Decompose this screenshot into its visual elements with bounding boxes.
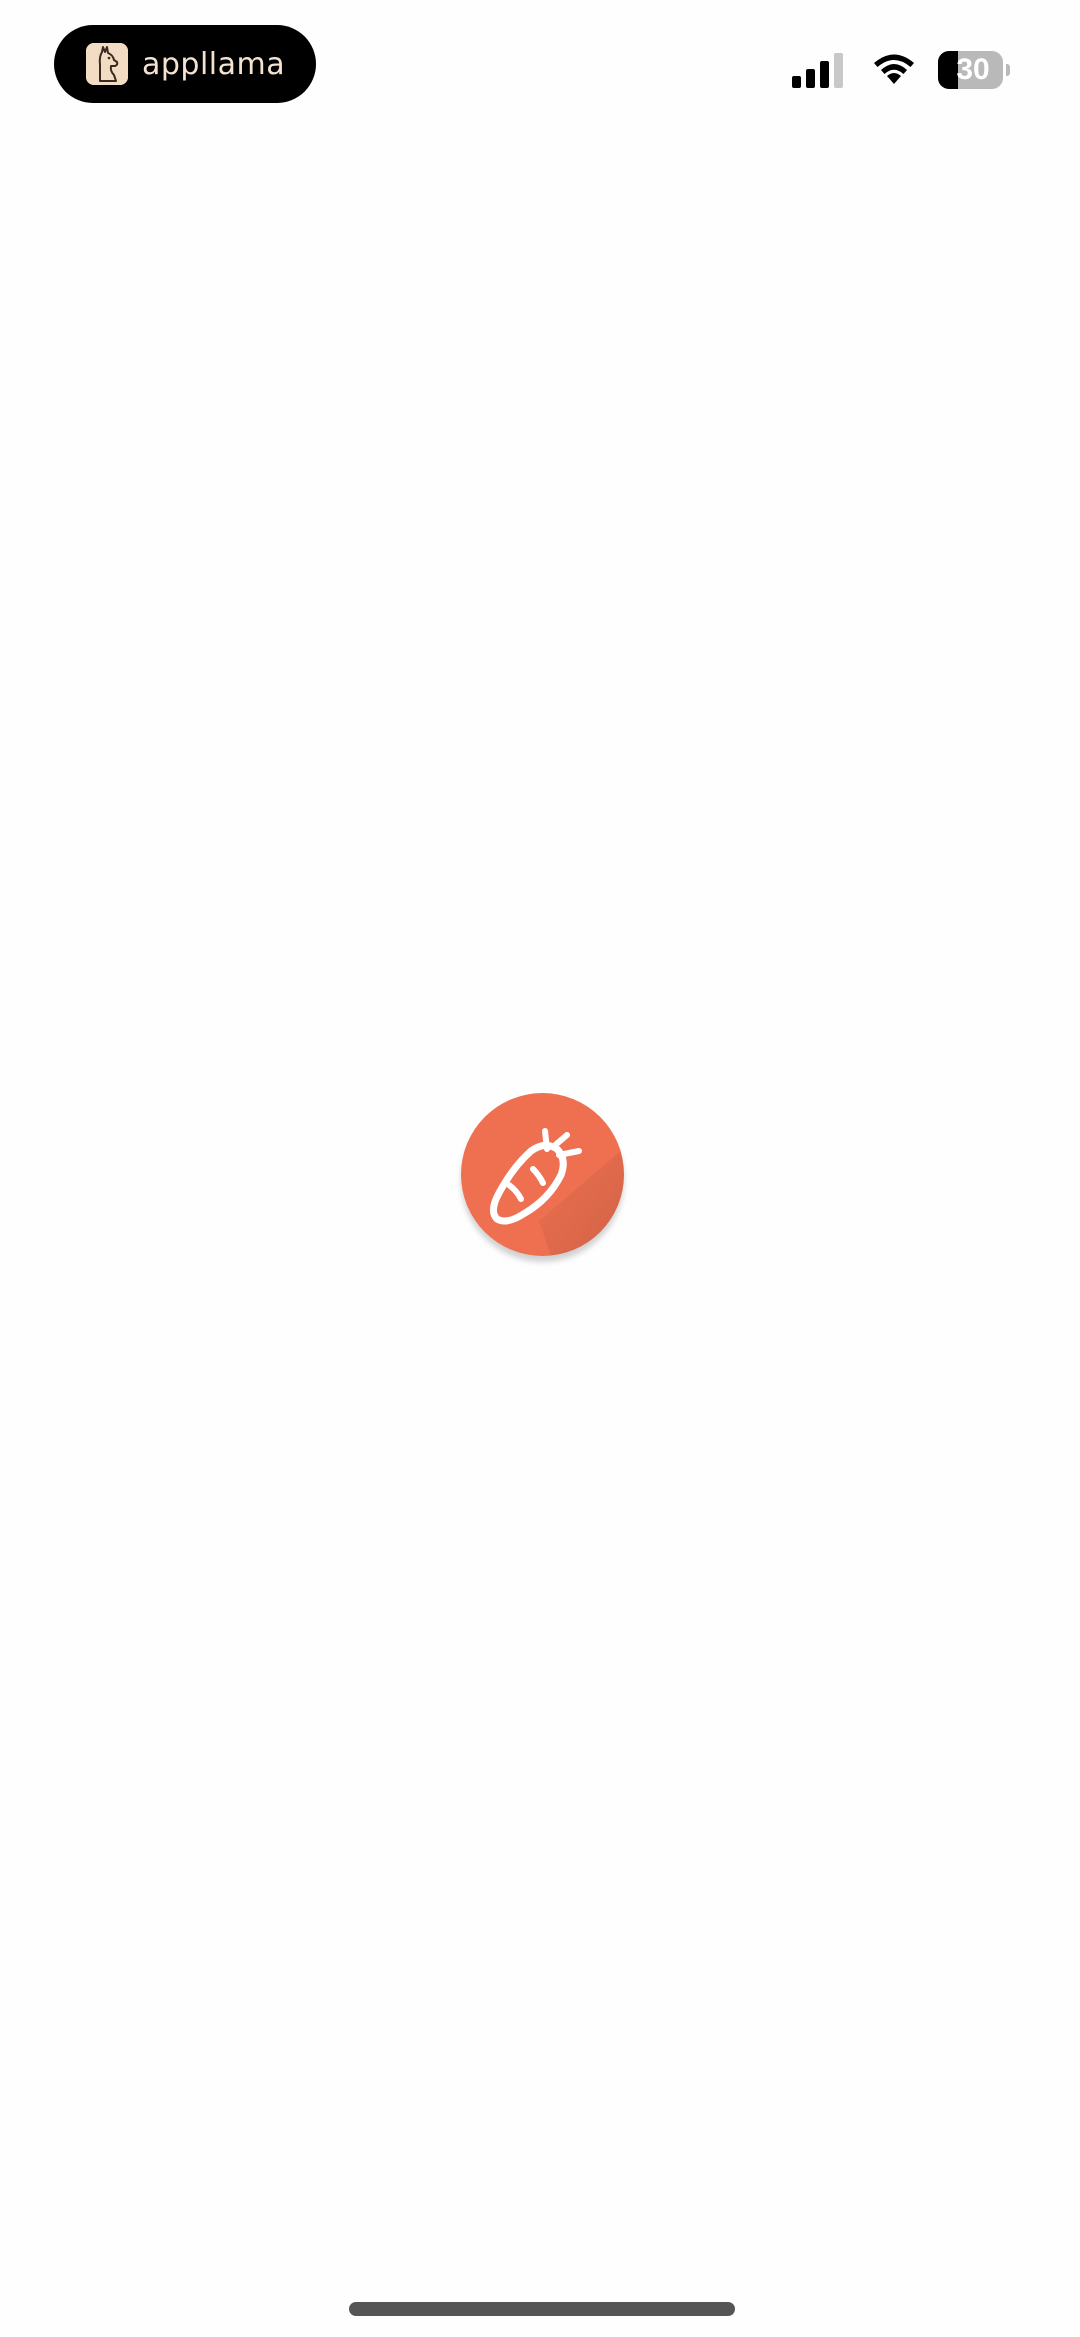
- carrot-logo: [461, 1093, 624, 1256]
- battery-tip: [1006, 64, 1010, 76]
- llama-icon: [86, 43, 128, 85]
- battery-indicator: 30: [938, 51, 1010, 89]
- cellular-signal-icon: [792, 52, 848, 88]
- status-bar: appllama 30: [0, 0, 1080, 140]
- status-indicators: 30: [792, 48, 1010, 92]
- brand-badge: appllama: [54, 25, 316, 103]
- battery-icon: 30: [938, 51, 1004, 89]
- wifi-icon: [870, 50, 918, 91]
- brand-name: appllama: [142, 46, 286, 82]
- battery-percent: 30: [956, 53, 990, 86]
- home-indicator[interactable]: [349, 2302, 735, 2316]
- carrot-icon: [490, 1128, 624, 1256]
- splash-screen: appllama 30: [0, 0, 1080, 2337]
